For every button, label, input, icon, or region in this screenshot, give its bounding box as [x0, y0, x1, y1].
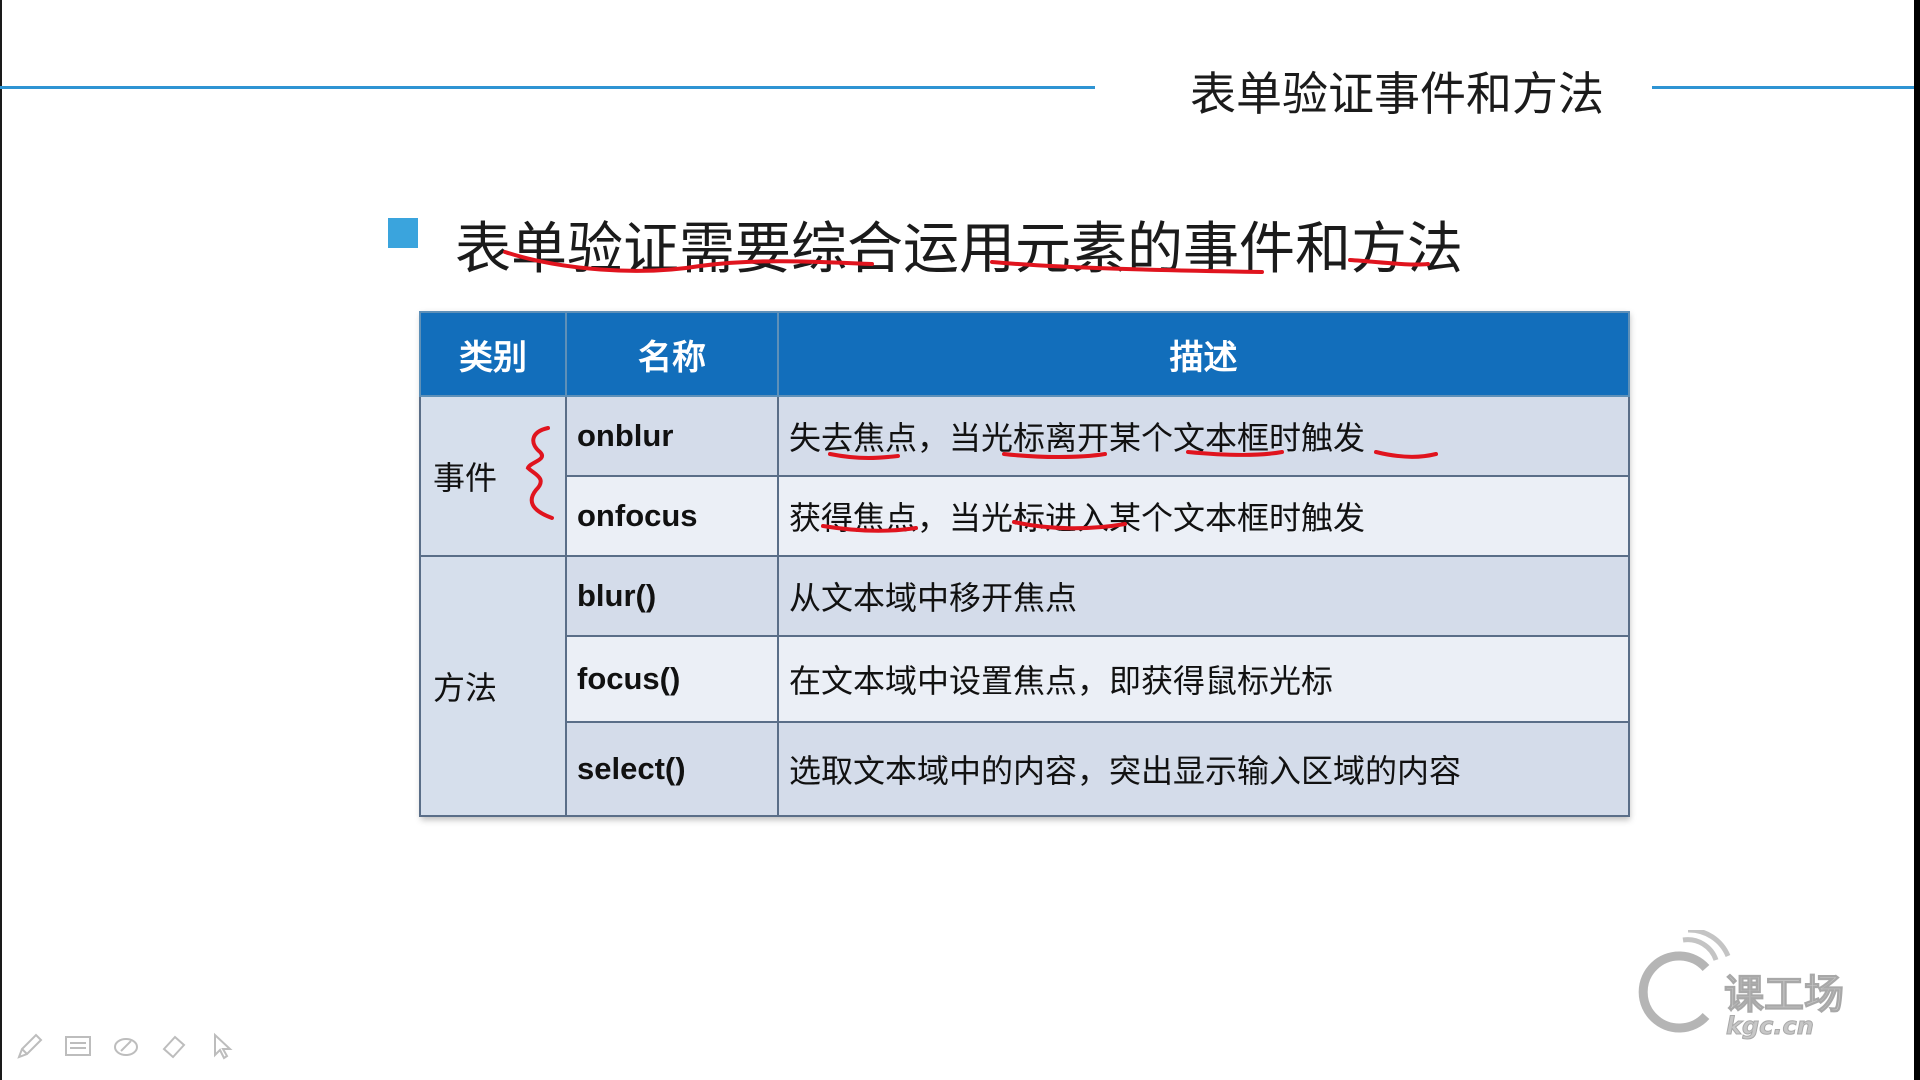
slide-title: 表单验证事件和方法	[1190, 67, 1604, 121]
table-row: focus() 在文本域中设置焦点，即获得鼠标光标	[420, 635, 1630, 723]
bullet-square-icon	[388, 218, 418, 248]
bullet-text: 表单验证需要综合运用元素的事件和方法	[455, 217, 1463, 282]
name-cell: onfocus	[565, 475, 779, 557]
description-cell: 在文本域中设置焦点，即获得鼠标光标	[777, 635, 1630, 723]
window-right-edge	[1914, 0, 1920, 1080]
description-cell: 获得焦点，当光标进入某个文本框时触发	[777, 475, 1630, 557]
eraser-icon[interactable]	[158, 1030, 190, 1062]
logo-sub-text: kgc.cn	[1726, 1012, 1814, 1040]
description-cell: 选取文本域中的内容，突出显示输入区域的内容	[777, 721, 1630, 817]
title-rule-left	[0, 86, 1095, 89]
window-left-edge	[0, 0, 2, 1080]
description-cell: 失去焦点，当光标离开某个文本框时触发	[777, 395, 1630, 477]
name-cell: blur()	[565, 555, 779, 637]
slides-icon[interactable]	[62, 1030, 94, 1062]
pen-icon[interactable]	[14, 1030, 46, 1062]
pointer-icon[interactable]	[206, 1030, 238, 1062]
title-rule-right	[1652, 86, 1914, 89]
name-cell: onblur	[565, 395, 779, 477]
table-row: select() 选取文本域中的内容，突出显示输入区域的内容	[420, 721, 1630, 817]
description-cell: 从文本域中移开焦点	[777, 555, 1630, 637]
category-cell-events: 事件	[419, 395, 567, 557]
name-cell: select()	[565, 721, 779, 817]
kgc-logo: 课工场 kgc.cn	[1628, 927, 1878, 1044]
header-name: 名称	[565, 311, 779, 397]
category-cell-methods: 方法	[419, 555, 567, 817]
events-methods-table: 类别 名称 描述 事件 onblur 失去焦点，当光标离开某个文本框时触发 on…	[419, 311, 1630, 817]
header-category: 类别	[419, 311, 567, 397]
presentation-toolbar	[14, 1030, 238, 1062]
table-row: onfocus 获得焦点，当光标进入某个文本框时触发	[420, 475, 1630, 557]
table-row: 事件 onblur 失去焦点，当光标离开某个文本框时触发	[419, 395, 1630, 557]
table-header-row: 类别 名称 描述	[419, 311, 1630, 397]
header-description: 描述	[777, 311, 1630, 397]
name-cell: focus()	[565, 635, 779, 723]
highlighter-icon[interactable]	[110, 1030, 142, 1062]
table-row: 方法 blur() 从文本域中移开焦点	[419, 555, 1630, 817]
